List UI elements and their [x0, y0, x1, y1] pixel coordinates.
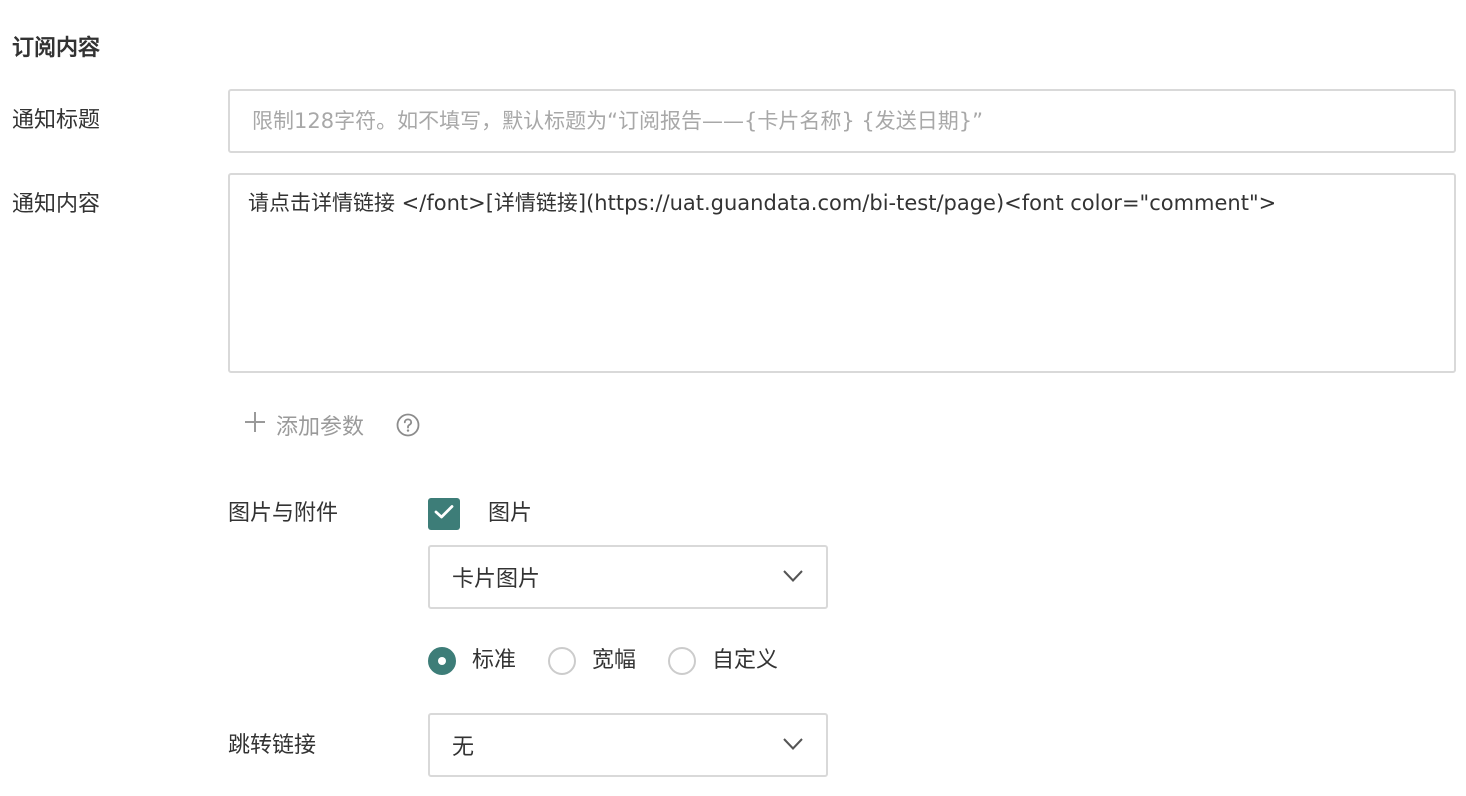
radio-custom[interactable]: 自定义	[668, 644, 778, 678]
image-size-radio-group: 标准 宽幅 自定义	[428, 644, 810, 678]
radio-standard[interactable]: 标准	[428, 644, 516, 678]
add-param-button[interactable]: 添加参数	[244, 408, 364, 442]
notification-content-textarea[interactable]: 请点击详情链接 </font>[详情链接](https://uat.guanda…	[228, 173, 1456, 373]
notification-title-input[interactable]	[228, 89, 1456, 153]
plus-icon	[244, 411, 266, 439]
jump-link-selected: 无	[452, 735, 475, 760]
image-type-select[interactable]: 卡片图片	[428, 545, 828, 609]
radio-wide-circle	[548, 647, 577, 675]
image-checkbox[interactable]	[428, 498, 460, 530]
section-title: 订阅内容	[12, 36, 101, 61]
radio-custom-circle	[668, 647, 697, 675]
radio-standard-label: 标准	[472, 648, 517, 673]
checkmark-icon	[434, 504, 454, 524]
radio-wide[interactable]: 宽幅	[548, 644, 636, 678]
image-checkbox-label: 图片	[488, 501, 533, 526]
attachments-label: 图片与附件	[228, 501, 339, 526]
notification-title-label: 通知标题	[12, 108, 101, 133]
notification-content-label: 通知内容	[12, 192, 101, 217]
chevron-down-icon	[782, 568, 804, 587]
radio-custom-label: 自定义	[712, 648, 779, 673]
jump-link-label: 跳转链接	[228, 733, 317, 758]
radio-wide-label: 宽幅	[592, 648, 637, 673]
jump-link-select[interactable]: 无	[428, 713, 828, 777]
question-circle-icon[interactable]	[396, 413, 420, 437]
image-type-selected: 卡片图片	[452, 567, 541, 592]
add-param-label: 添加参数	[276, 415, 365, 440]
radio-standard-circle	[428, 647, 456, 675]
chevron-down-icon	[782, 736, 804, 755]
